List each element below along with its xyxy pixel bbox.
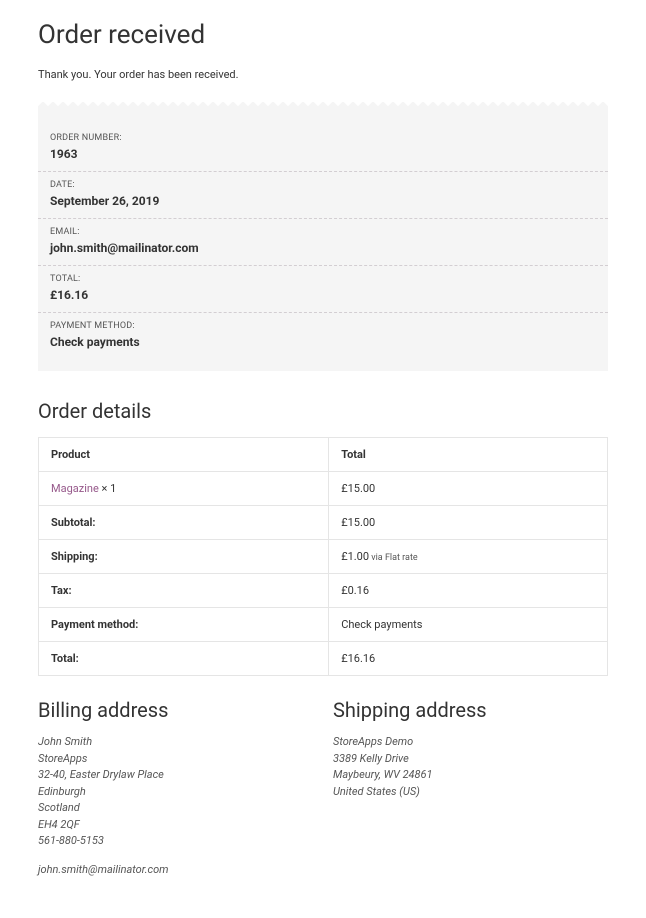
overview-order-number-label: ORDER NUMBER: (50, 133, 596, 143)
product-qty: × 1 (99, 482, 117, 495)
overview-date-row: DATE: September 26, 2019 (38, 172, 608, 219)
shipping-value: £1.00 via Flat rate (329, 540, 608, 574)
billing-postcode: EH4 2QF (38, 817, 313, 834)
overview-email-value: john.smith@mailinator.com (50, 241, 596, 255)
page-title: Order received (38, 20, 608, 50)
tax-label: Tax: (39, 574, 329, 608)
overview-date-label: DATE: (50, 180, 596, 190)
shipping-city-state-zip: Maybeury, WV 24861 (333, 767, 608, 784)
overview-date-value: September 26, 2019 (50, 194, 596, 208)
order-item-total-cell: £15.00 (329, 472, 608, 506)
overview-email-label: EMAIL: (50, 227, 596, 237)
shipping-street: 3389 Kelly Drive (333, 751, 608, 768)
shipping-address-col: Shipping address StoreApps Demo 3389 Kel… (333, 698, 608, 878)
order-details-header-row: Product Total (39, 438, 608, 472)
shipping-address: StoreApps Demo 3389 Kelly Drive Maybeury… (333, 734, 608, 800)
billing-city: Edinburgh (38, 784, 313, 801)
overview-payment-method-label: PAYMENT METHOD: (50, 321, 596, 331)
billing-street: 32-40, Easter Drylaw Place (38, 767, 313, 784)
overview-order-number-value: 1963 (50, 147, 596, 161)
shipping-row: Shipping: £1.00 via Flat rate (39, 540, 608, 574)
shipping-country: United States (US) (333, 784, 608, 801)
order-total-value: £16.16 (329, 642, 608, 676)
shipping-label: Shipping: (39, 540, 329, 574)
overview-payment-method-value: Check payments (50, 335, 596, 349)
billing-email: john.smith@mailinator.com (38, 862, 313, 879)
overview-payment-method-row: PAYMENT METHOD: Check payments (38, 313, 608, 359)
tax-value: £0.16 (329, 574, 608, 608)
billing-address-col: Billing address John Smith StoreApps 32-… (38, 698, 313, 878)
overview-total-value: £16.16 (50, 288, 596, 302)
subtotal-row: Subtotal: £15.00 (39, 506, 608, 540)
shipping-method-note: via Flat rate (369, 553, 418, 563)
product-link[interactable]: Magazine (51, 482, 99, 495)
overview-total-row: TOTAL: £16.16 (38, 266, 608, 313)
subtotal-value: £15.00 (329, 506, 608, 540)
payment-method-row: Payment method: Check payments (39, 608, 608, 642)
order-item-product-cell: Magazine × 1 (39, 472, 329, 506)
tax-row: Tax: £0.16 (39, 574, 608, 608)
order-total-label: Total: (39, 642, 329, 676)
overview-email-row: EMAIL: john.smith@mailinator.com (38, 219, 608, 266)
order-details-table: Product Total Magazine × 1 £15.00 Subtot… (38, 437, 608, 676)
thankyou-message: Thank you. Your order has been received. (38, 68, 608, 81)
billing-company: StoreApps (38, 751, 313, 768)
order-total-row: Total: £16.16 (39, 642, 608, 676)
billing-address: John Smith StoreApps 32-40, Easter Dryla… (38, 734, 313, 878)
overview-total-label: TOTAL: (50, 274, 596, 284)
billing-address-heading: Billing address (38, 698, 313, 722)
billing-name: John Smith (38, 734, 313, 751)
order-overview: ORDER NUMBER: 1963 DATE: September 26, 2… (38, 109, 608, 371)
addresses-section: Billing address John Smith StoreApps 32-… (38, 698, 608, 878)
th-total: Total (329, 438, 608, 472)
overview-order-number-row: ORDER NUMBER: 1963 (38, 125, 608, 172)
shipping-address-heading: Shipping address (333, 698, 608, 722)
subtotal-label: Subtotal: (39, 506, 329, 540)
billing-region: Scotland (38, 800, 313, 817)
shipping-amount: £1.00 (341, 550, 369, 563)
order-item-row: Magazine × 1 £15.00 (39, 472, 608, 506)
shipping-name: StoreApps Demo (333, 734, 608, 751)
payment-method-label: Payment method: (39, 608, 329, 642)
th-product: Product (39, 438, 329, 472)
order-details-heading: Order details (38, 399, 608, 423)
billing-phone: 561-880-5153 (38, 833, 313, 850)
payment-method-value: Check payments (329, 608, 608, 642)
